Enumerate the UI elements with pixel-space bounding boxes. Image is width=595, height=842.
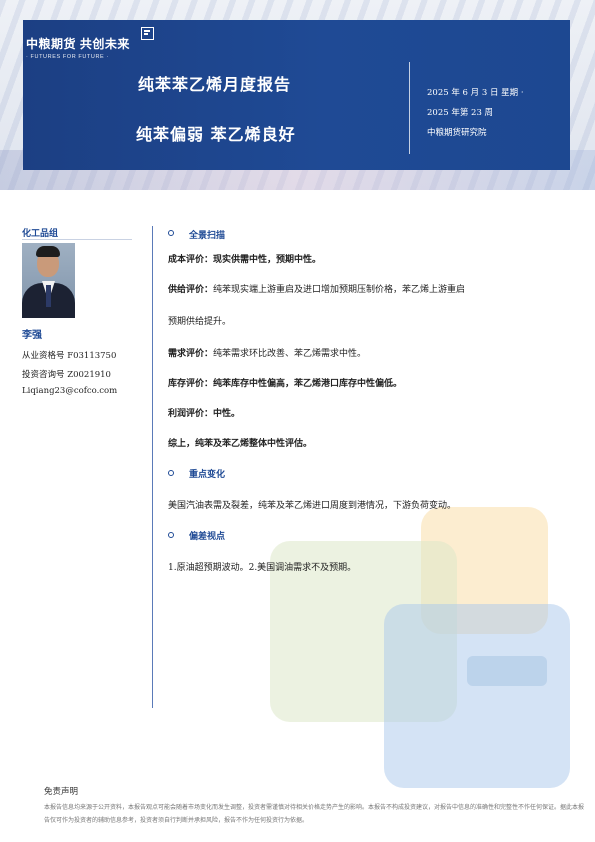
section-bullet-icon [168, 230, 174, 236]
advisor-number: 投资咨询号 Z0021910 [22, 370, 111, 380]
column-divider [152, 226, 153, 708]
inventory-label: 库存评价： [168, 379, 214, 389]
profit-label: 利润评价： [168, 409, 214, 419]
analyst-name: 李强 [22, 330, 42, 341]
supply-text: 纯苯现实端上游重启及进口增加预期压制价格，苯乙烯上游重启 [213, 285, 466, 295]
watermark-shape [384, 604, 570, 788]
disclaimer-title: 免责声明 [44, 787, 79, 797]
report-subtitle: 纯苯偏弱 苯乙烯良好 [136, 125, 296, 144]
watermark-shape [467, 656, 547, 686]
inventory-evaluation: 库存评价：纯苯库存中性偏高，苯乙烯港口库存中性偏低。 [168, 376, 402, 389]
analyst-photo [22, 243, 75, 318]
profit-text: 中性。 [213, 409, 241, 419]
supply-label: 供给评价： [168, 285, 214, 295]
analyst-email: Liqiang23@cofco.com [22, 386, 118, 396]
header-divider [409, 62, 410, 154]
cost-text: 现实供需中性，预期中性。 [213, 255, 322, 265]
report-institute: 中粮期货研究院 [427, 128, 487, 138]
section-bullet-icon [168, 470, 174, 476]
left-divider [22, 239, 132, 240]
demand-label: 需求评价： [168, 349, 214, 359]
cost-evaluation: 成本评价：现实供需中性，预期中性。 [168, 252, 321, 265]
summary-text: 综上，纯苯及苯乙烯整体中性评估。 [168, 439, 313, 449]
risks-text: 1.原油超预期波动。2.美国调油需求不及预期。 [168, 563, 357, 573]
logo-slogan: · FUTURES FOR FUTURE · [26, 54, 109, 60]
report-date: 2025 年 6 月 3 日 星期 · [427, 88, 524, 98]
team-name: 化工品组 [22, 229, 59, 239]
supply-evaluation: 供给评价：纯苯现实端上游重启及进口增加预期压制价格，苯乙烯上游重启 [168, 282, 465, 295]
demand-text: 纯苯需求环比改善、苯乙烯需求中性。 [213, 349, 367, 359]
report-week: 2025 年第 23 周 [427, 108, 494, 118]
disclaimer-text: 本报告信息均来源于公开资料，本报告观点可能会随着市场变化而发生调整，投资者需谨慎… [44, 804, 585, 824]
section-title-changes: 重点变化 [189, 470, 226, 480]
overall-summary: 综上，纯苯及苯乙烯整体中性评估。 [168, 436, 312, 449]
qualification-number: 从业资格号 F03113750 [22, 351, 117, 361]
inventory-text: 纯苯库存中性偏高，苯乙烯港口库存中性偏低。 [213, 379, 403, 389]
supply-evaluation-cont: 预期供给提升。 [168, 317, 232, 327]
company-logo: 中粮期货 共创未来 · FUTURES FOR FUTURE · [26, 35, 130, 60]
section-title-overview: 全景扫描 [189, 231, 226, 241]
report-title: 纯苯苯乙烯月度报告 [138, 75, 292, 94]
demand-evaluation: 需求评价：纯苯需求环比改善、苯乙烯需求中性。 [168, 346, 366, 359]
profit-evaluation: 利润评价：中性。 [168, 406, 240, 419]
changes-text: 美国汽油表需及裂差，纯苯及苯乙烯进口周度到港情况，下游负荷变动。 [168, 501, 457, 511]
logo-mark-icon [141, 27, 154, 40]
cost-label: 成本评价： [168, 255, 214, 265]
logo-text: 中粮期货 共创未来 [26, 37, 130, 51]
section-title-risks: 偏差视点 [189, 532, 226, 542]
section-bullet-icon [168, 532, 174, 538]
